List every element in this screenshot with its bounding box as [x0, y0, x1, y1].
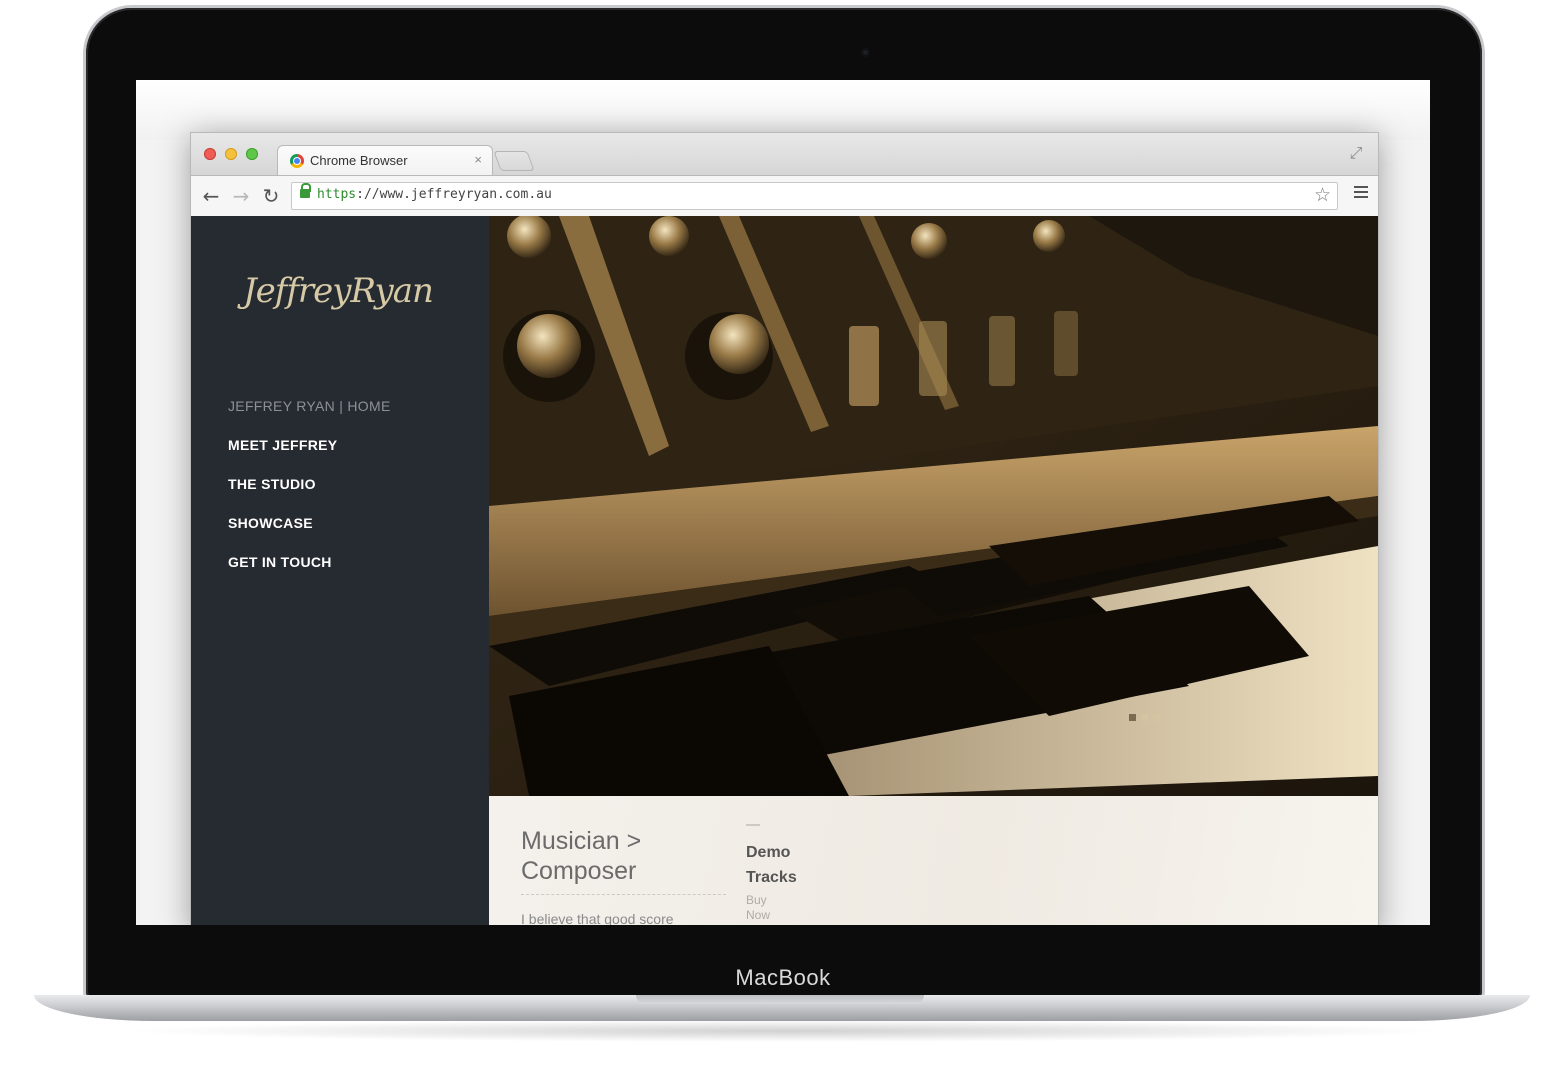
chrome-icon	[290, 154, 304, 168]
url-scheme: https	[317, 187, 357, 202]
nav-item-meet-jeffrey[interactable]: MEET JEFFREY	[228, 435, 391, 474]
slider-dot[interactable]	[1129, 714, 1136, 721]
divider	[521, 894, 726, 895]
slider-dots	[1129, 706, 1165, 725]
tab-close-icon[interactable]: ×	[474, 152, 482, 167]
browser-window: Chrome Browser × ⤢ ← → ↻ https://www.jef…	[190, 132, 1379, 925]
maximize-window-button[interactable]	[246, 148, 258, 160]
divider	[746, 824, 760, 826]
intro-section: Musician > Composer I believe that good …	[489, 796, 1378, 925]
nav-item-showcase[interactable]: SHOWCASE	[228, 513, 391, 552]
demo-tracks-link[interactable]: Demo Tracks	[746, 840, 816, 890]
website: JeffreyRyan JEFFREY RYAN | HOME MEET JEF…	[191, 216, 1378, 925]
laptop-notch	[636, 995, 924, 1004]
buy-now-link[interactable]: Buy Now	[746, 893, 786, 923]
url-text[interactable]: https://www.jeffreyryan.com.au	[317, 187, 552, 202]
lock-icon	[300, 183, 311, 198]
site-logo[interactable]: JeffreyRyan	[243, 271, 463, 331]
url-host: ://www.jeffreyryan.com.au	[356, 187, 552, 202]
buy-now-line-1: Buy	[746, 893, 767, 907]
close-window-button[interactable]	[204, 148, 216, 160]
browser-tab[interactable]: Chrome Browser ×	[277, 145, 493, 176]
nav-item-get-in-touch[interactable]: GET IN TOUCH	[228, 552, 391, 591]
nav-item-home[interactable]: JEFFREY RYAN | HOME	[228, 396, 391, 435]
bookmark-star-icon[interactable]: ☆	[1314, 184, 1331, 206]
site-nav: JEFFREY RYAN | HOME MEET JEFFREY THE STU…	[228, 396, 391, 591]
address-bar[interactable]: https://www.jeffreyryan.com.au ☆	[291, 182, 1338, 210]
camera	[861, 48, 870, 57]
demo-tracks-line-1: Demo	[746, 844, 791, 861]
fullscreen-icon[interactable]: ⤢	[1346, 143, 1366, 163]
new-tab-button[interactable]	[493, 151, 535, 171]
tagline: Musician > Composer	[521, 826, 726, 886]
tagline-line-2: Composer	[521, 857, 637, 885]
tab-strip: Chrome Browser × ⤢	[191, 133, 1378, 176]
buy-now-line-2: Now	[746, 908, 771, 922]
tagline-line-1: Musician >	[521, 827, 642, 855]
desktop-background	[136, 80, 1430, 140]
reload-icon[interactable]: ↻	[259, 184, 283, 208]
intro-text: I believe that good score	[521, 911, 674, 925]
slider-dot[interactable]	[1153, 714, 1160, 721]
hamburger-menu-icon[interactable]	[1354, 186, 1368, 198]
forward-arrow-icon[interactable]: →	[229, 184, 253, 208]
browser-toolbar: ← → ↻ https://www.jeffreyryan.com.au ☆	[191, 175, 1378, 217]
demo-tracks-line-2: Tracks	[746, 869, 797, 886]
back-arrow-icon[interactable]: ←	[199, 184, 223, 208]
hero-image	[489, 216, 1378, 796]
logo-text: JeffreyRyan	[243, 271, 434, 311]
minimize-window-button[interactable]	[225, 148, 237, 160]
screen: Chrome Browser × ⤢ ← → ↻ https://www.jef…	[136, 80, 1430, 925]
hero-slider[interactable]	[489, 216, 1378, 796]
tab-title: Chrome Browser	[310, 153, 408, 168]
nav-item-the-studio[interactable]: THE STUDIO	[228, 474, 391, 513]
site-sidebar: JeffreyRyan JEFFREY RYAN | HOME MEET JEF…	[191, 216, 489, 925]
device-label: MacBook	[735, 965, 831, 990]
laptop-shadow	[120, 1020, 1450, 1042]
slider-dot[interactable]	[1141, 714, 1148, 721]
